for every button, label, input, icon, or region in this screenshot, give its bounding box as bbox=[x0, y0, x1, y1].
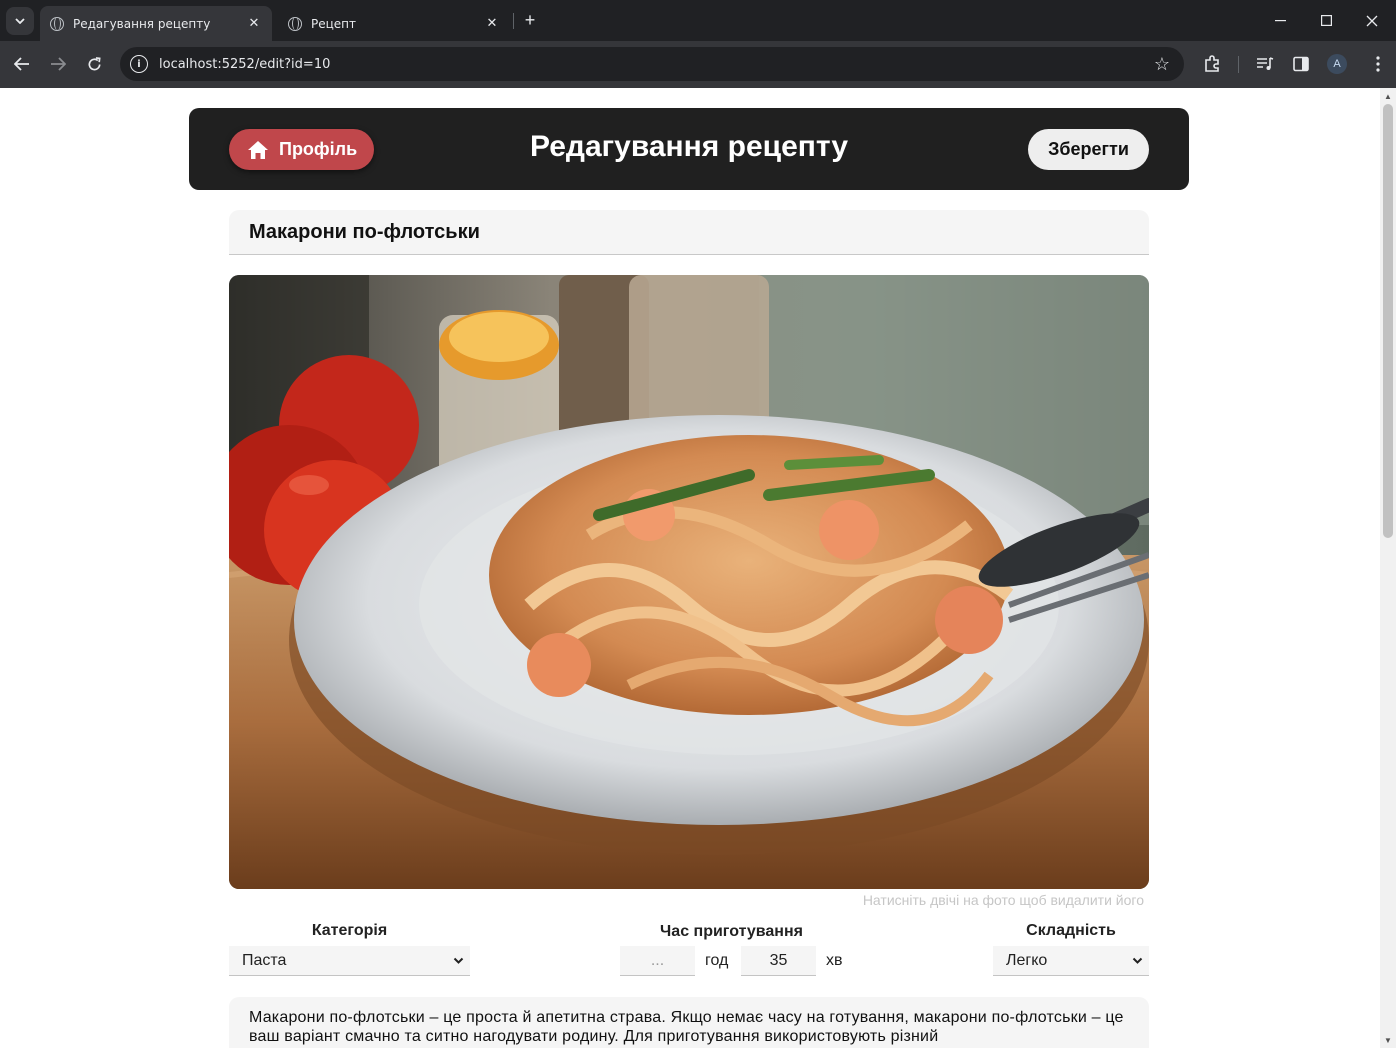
more-vert-icon bbox=[1376, 56, 1380, 72]
extensions-button[interactable] bbox=[1198, 50, 1226, 78]
chevron-down-icon bbox=[1132, 957, 1143, 964]
maximize-icon bbox=[1320, 15, 1332, 26]
category-label: Категорія bbox=[311, 922, 388, 939]
recipe-title-input[interactable]: Макарони по-флотськи bbox=[229, 210, 1149, 255]
save-button[interactable]: Зберегти bbox=[1028, 129, 1149, 170]
photo-hint: Натисніть двічі на фото щоб видалити йог… bbox=[862, 892, 1144, 908]
minimize-icon bbox=[1274, 19, 1286, 21]
minimize-button[interactable] bbox=[1257, 0, 1303, 41]
tab-search-button[interactable] bbox=[6, 7, 34, 35]
page-scrollbar[interactable]: ▲ ▼ bbox=[1380, 88, 1396, 1048]
difficulty-select[interactable]: Легко bbox=[993, 946, 1149, 976]
menu-button[interactable] bbox=[1364, 50, 1392, 78]
back-icon bbox=[14, 57, 29, 71]
tab-edit-recipe[interactable]: Редагування рецепту ✕ bbox=[40, 6, 272, 41]
scroll-thumb[interactable] bbox=[1383, 104, 1393, 538]
description-textarea[interactable]: Макарони по-флотськи – це проста й апети… bbox=[229, 997, 1149, 1048]
chevron-down-icon bbox=[15, 18, 25, 24]
page-viewport: Профіль Редагування рецепту Зберегти Мак… bbox=[0, 88, 1380, 1048]
window-close-button[interactable] bbox=[1349, 0, 1395, 41]
extensions-icon bbox=[1205, 55, 1219, 72]
media-button[interactable] bbox=[1251, 50, 1279, 78]
category-select[interactable]: Паста bbox=[229, 946, 470, 976]
globe-icon bbox=[50, 16, 64, 31]
close-icon bbox=[1366, 15, 1378, 26]
url-text[interactable]: localhost:5252/edit?id=10 bbox=[159, 57, 1148, 72]
tab-title: Редагування рецепту bbox=[73, 16, 211, 31]
scroll-up-arrow[interactable]: ▲ bbox=[1380, 88, 1396, 104]
cooking-time-label: Час приготування bbox=[660, 923, 803, 940]
media-icon bbox=[1257, 57, 1274, 70]
difficulty-label: Складність bbox=[1026, 922, 1116, 939]
difficulty-value: Легко bbox=[1006, 951, 1048, 969]
category-value: Паста bbox=[242, 951, 287, 969]
browser-toolbar: i localhost:5252/edit?id=10 ☆ A bbox=[0, 41, 1396, 88]
minutes-unit: хв bbox=[826, 952, 843, 969]
forward-icon bbox=[51, 57, 66, 71]
new-tab-button[interactable]: + bbox=[520, 10, 540, 30]
profile-avatar[interactable]: A bbox=[1327, 54, 1347, 74]
maximize-button[interactable] bbox=[1303, 0, 1349, 41]
close-icon[interactable]: ✕ bbox=[244, 14, 264, 34]
page-header: Профіль Редагування рецепту Зберегти bbox=[189, 108, 1189, 190]
minutes-input[interactable]: 35 bbox=[741, 946, 816, 976]
sidebar-icon bbox=[1293, 56, 1309, 72]
toolbar-divider bbox=[1238, 56, 1239, 73]
tab-title: Рецепт bbox=[311, 16, 357, 31]
reload-icon bbox=[88, 56, 101, 70]
tab-recipe[interactable]: Рецепт ✕ bbox=[278, 6, 510, 41]
globe-icon bbox=[288, 16, 302, 31]
close-icon[interactable]: ✕ bbox=[482, 14, 502, 34]
pasta-dish-image bbox=[229, 275, 1149, 889]
hours-unit: год bbox=[705, 952, 729, 969]
chevron-down-icon bbox=[453, 957, 464, 964]
back-button[interactable] bbox=[8, 50, 36, 78]
site-info-icon[interactable]: i bbox=[130, 55, 148, 73]
tab-separator bbox=[513, 13, 514, 29]
scroll-down-arrow[interactable]: ▼ bbox=[1380, 1032, 1396, 1048]
side-panel-button[interactable] bbox=[1287, 50, 1315, 78]
hours-input[interactable]: ... bbox=[620, 946, 695, 976]
address-bar[interactable]: i localhost:5252/edit?id=10 ☆ bbox=[120, 47, 1184, 81]
tab-strip: Редагування рецепту ✕ Рецепт ✕ + bbox=[0, 0, 1396, 41]
recipe-photo[interactable] bbox=[229, 275, 1149, 889]
forward-button[interactable] bbox=[44, 50, 72, 78]
star-icon[interactable]: ☆ bbox=[1148, 50, 1176, 78]
reload-button[interactable] bbox=[80, 50, 108, 78]
